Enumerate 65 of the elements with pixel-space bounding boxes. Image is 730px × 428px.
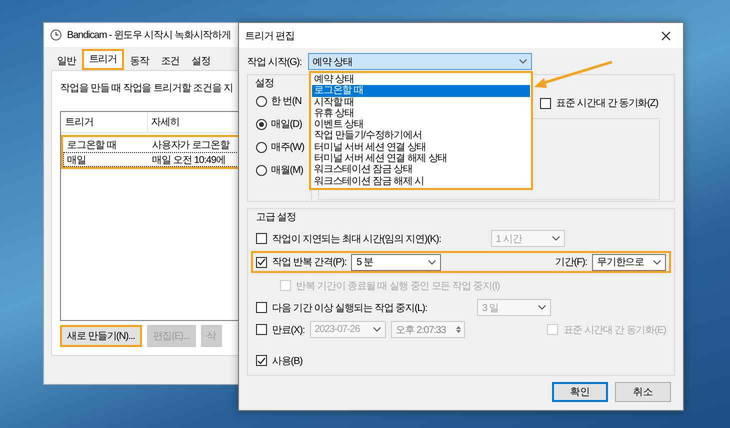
dropdown-field[interactable]: 무기한으로 [592,254,666,270]
tab[interactable]: 트리거 [82,49,124,70]
radio-button[interactable] [256,142,267,152]
window-title: 트리거 편집 [245,30,294,42]
dropdown-option[interactable]: 터미널 서버 세션 연결 해제 상태 [312,153,530,164]
checkbox-label: 만료(X): [272,324,305,336]
checkbox-label: 반복 기간이 종료될 때 실행 중인 모든 작업 중지(I) [296,280,500,292]
checkbox[interactable] [256,256,267,268]
checkbox-label: 작업이 지연되는 최대 시간(임의 지연)(K): [272,232,441,246]
checkbox[interactable] [540,98,551,108]
dropdown-field[interactable]: 5 분 [351,254,442,270]
dropdown-option[interactable]: 시작할 때 [312,96,530,108]
caret-icon [428,260,436,264]
group-title: 설정 [254,77,274,90]
list-row[interactable]: 로그온할 때 사용자가 로그온할 [63,137,239,152]
dropdown-field[interactable]: 예약 상태 [308,53,532,70]
checkbox[interactable] [256,355,267,366]
table-cell-text: 사용자가 로그온할 [151,138,230,152]
checkbox-label: 사용(B) [272,354,302,368]
dropdown-option[interactable]: 워크스테이션 잠금 해제 시 [312,176,530,187]
checkbox-label: 표준 시간대 간 동기화(E) [563,324,666,336]
dropdown-option[interactable]: 예약 상태 [312,74,530,86]
radio-label: 매주(W) [271,141,304,154]
caret-icon [653,260,661,264]
checkbox-label: 작업 반복 간격(P): [272,256,346,269]
dropdown-option[interactable]: 터미널 서버 세션 연결 상태 [312,142,530,154]
tab[interactable]: 조건 [154,52,186,70]
caret-icon [372,327,381,332]
tab[interactable]: 동작 [124,52,155,70]
window-title: Bandicam - 윈도우 시작시 녹화시작하게 [67,29,231,42]
description-text: 작업을 만들 때 작업을 트리거할 조건을 지 [60,82,233,95]
radio-button[interactable] [256,118,267,130]
close-icon[interactable] [661,30,671,40]
button[interactable]: 확인 [552,382,608,402]
checkbox[interactable] [256,324,267,335]
clock-icon [50,29,62,41]
group-title: 고급 설정 [256,211,296,224]
radio-label: 한 번(N [271,95,302,108]
radio-label: 매월(M) [271,164,303,177]
dropdown-option[interactable]: 유휴 상태 [312,108,530,120]
button[interactable]: 취소 [615,382,671,402]
field-label: 기간(F): [555,256,587,269]
dropdown-option[interactable]: 작업 만들기/수정하기에서 [312,130,530,142]
caret-icon [552,236,560,241]
button[interactable]: 새로 만들기(N)... [60,325,142,347]
checkbox-label: 표준 시간대 간 동기화(Z) [556,97,658,110]
dropdown-option[interactable]: 워크스테이션 잠금 상태 [312,164,530,176]
radio-label: 매일(D) [271,118,302,131]
table-cell-text: 매일 오전 10:49에 [151,154,226,166]
tab[interactable]: 설정 [186,52,216,70]
radio-button[interactable] [256,96,267,106]
tab[interactable]: 일반 [51,52,82,70]
list-row[interactable]: 매일 매일 오전 10:49에 [63,152,239,167]
column-header[interactable]: 트리거 [61,115,147,129]
radio-button[interactable] [256,164,267,176]
checkbox-label: 다음 기간 이상 실행되는 작업 중지(L): [272,302,428,314]
table-cell-text: 로그온할 때 [66,138,118,152]
dropdown-option[interactable]: 로그온할 때 [312,85,530,97]
spinner-icon[interactable] [456,326,461,333]
caret-icon [538,305,546,310]
dropdown-option[interactable]: 이벤트 상태 [312,119,530,130]
caret-icon [518,59,527,64]
field-label: 작업 시작(G): [247,56,302,68]
table-cell-text: 매일 [66,154,87,166]
column-header[interactable]: 자세히 [147,112,180,132]
